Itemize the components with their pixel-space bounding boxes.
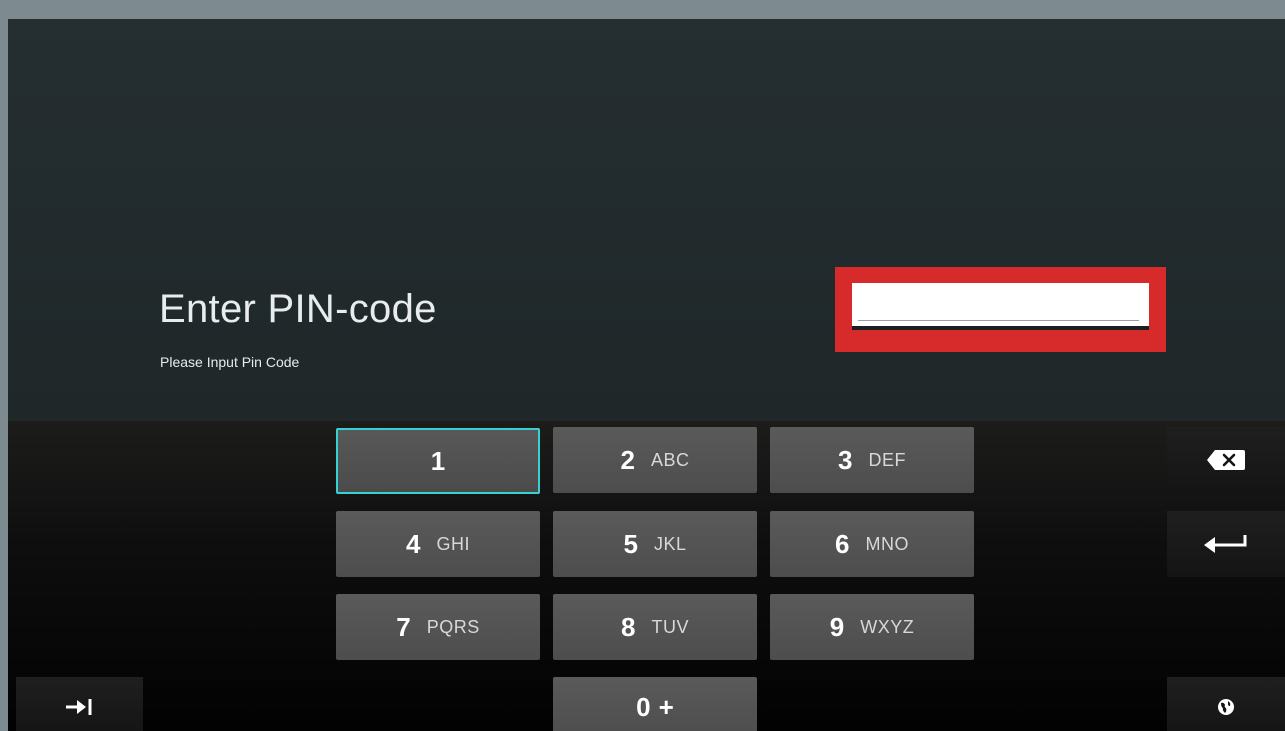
page-title: Enter PIN-code [159,287,437,331]
key-0[interactable]: 0 + [553,677,757,731]
pin-input-field[interactable] [852,283,1149,330]
on-screen-keypad: 1 2 ABC 3 DEF 4 GHI 5 JKL 6 MNO 7 PQRS 8 [8,421,1285,731]
backspace-button[interactable] [1167,427,1285,493]
pin-input-underline [858,320,1139,321]
globe-icon [1218,699,1234,715]
key-6-letters: MNO [865,533,909,554]
key-6[interactable]: 6 MNO [770,511,974,577]
key-5-letters: JKL [653,533,687,554]
tab-button[interactable] [16,677,143,731]
key-4[interactable]: 4 GHI [336,511,540,577]
key-9-digit: 9 [829,611,845,642]
key-7-digit: 7 [396,611,411,642]
key-9-letters: WXYZ [860,616,915,637]
key-2[interactable]: 2 ABC [553,427,757,493]
key-0-plus: + [658,691,674,722]
key-3-digit: 3 [838,444,853,475]
key-2-digit: 2 [620,444,635,475]
key-6-digit: 6 [835,528,850,559]
key-2-letters: ABC [650,449,690,470]
enter-button[interactable] [1167,511,1285,577]
key-7-letters: PQRS [426,616,480,637]
page-subtitle: Please Input Pin Code [160,354,300,370]
key-4-digit: 4 [406,528,421,559]
key-3-letters: DEF [868,449,906,470]
key-8[interactable]: 8 TUV [553,594,757,660]
key-8-digit: 8 [621,611,636,642]
key-8-letters: TUV [651,616,689,637]
key-5-digit: 5 [623,528,638,559]
key-1[interactable]: 1 [336,428,540,494]
key-1-digit: 1 [430,445,446,476]
tab-arrow-icon [65,699,91,715]
key-3[interactable]: 3 DEF [770,427,974,493]
key-0-digit: 0 [636,691,651,722]
key-5[interactable]: 5 JKL [553,511,757,577]
pin-input-highlight [835,267,1166,352]
language-button[interactable] [1167,677,1285,731]
backspace-icon [1207,450,1245,470]
pin-dialog: Enter PIN-code Please Input Pin Code 1 2… [8,19,1285,731]
enter-arrow-icon [1204,535,1247,553]
key-7[interactable]: 7 PQRS [336,594,540,660]
key-4-letters: GHI [436,533,470,554]
key-9[interactable]: 9 WXYZ [770,594,974,660]
